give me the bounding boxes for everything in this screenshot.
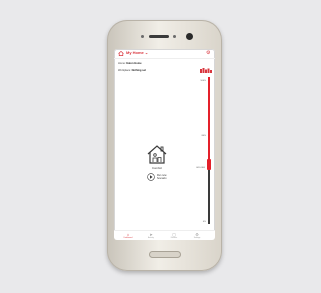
slider-top-label: 100% xyxy=(200,80,206,82)
workplace-info-line: Workplace: Nothing set xyxy=(118,69,146,72)
bottom-nav: ⌂ Dashboard ➤ Activity ▢ Devices ⚙ Setti… xyxy=(114,230,215,240)
workplace-label: Workplace: xyxy=(118,69,131,72)
nav-label: Devices xyxy=(170,237,178,239)
slider-handle[interactable] xyxy=(207,159,211,170)
nav-label: Activity xyxy=(148,237,154,239)
chevron-down-icon: ⌄ xyxy=(144,50,149,55)
home-label: Home: xyxy=(118,62,126,65)
nav-item-devices[interactable]: ▢ Devices xyxy=(165,232,183,239)
app-title-text: My Home xyxy=(126,50,144,55)
phone-screen: My Home ⌄ ⚙ Home: Eaton Home Workplace: … xyxy=(114,49,215,240)
slider-track-lower xyxy=(208,165,210,224)
app-title[interactable]: My Home ⌄ xyxy=(126,50,148,56)
gear-icon[interactable]: ⚙ xyxy=(206,50,210,56)
home-value: Eaton Home xyxy=(126,62,142,65)
slider-bottom-label: 0% xyxy=(202,221,206,223)
play-icon[interactable] xyxy=(147,173,155,181)
sensor-dot xyxy=(141,35,144,38)
brand-logo xyxy=(200,68,212,73)
nav-item-settings[interactable]: ⚙ Settings xyxy=(188,232,206,239)
workplace-value: Nothing set xyxy=(131,69,146,72)
scene-label: Comfort xyxy=(152,166,162,170)
house-icon[interactable] xyxy=(147,145,167,164)
earpiece xyxy=(149,35,169,38)
home-button[interactable] xyxy=(149,251,181,258)
nav-item-activity[interactable]: ➤ Activity xyxy=(142,232,160,239)
nav-item-dashboard[interactable]: ⌂ Dashboard xyxy=(119,232,137,239)
sensor-dot xyxy=(173,35,176,38)
slider-track-upper xyxy=(208,77,210,165)
front-camera xyxy=(186,33,193,40)
nav-label: Dashboard xyxy=(123,237,133,239)
run-scenario-label: Run now Scenario xyxy=(157,174,175,180)
app-header: My Home ⌄ ⚙ xyxy=(114,49,215,59)
home-brand-icon xyxy=(118,51,124,56)
slider-mid-label: 80% xyxy=(201,135,206,137)
slider-current-label: 60% 800 xyxy=(196,167,205,169)
phone-frame: My Home ⌄ ⚙ Home: Eaton Home Workplace: … xyxy=(107,20,222,271)
home-info-line: Home: Eaton Home xyxy=(118,62,142,65)
nav-label: Settings xyxy=(193,237,201,239)
run-label-line2: Scenario xyxy=(157,177,167,180)
